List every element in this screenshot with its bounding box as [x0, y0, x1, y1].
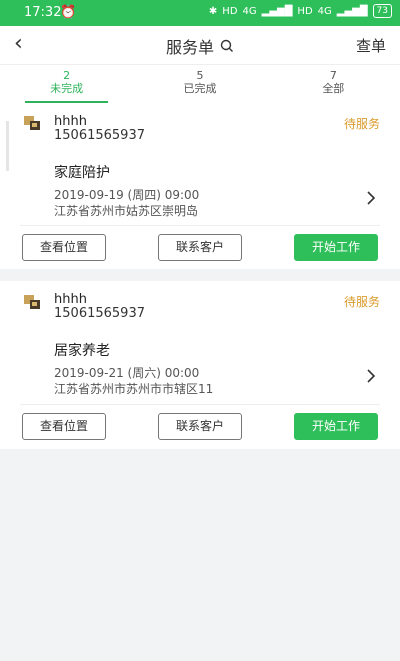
service-address: 江苏省苏州市苏州市市辖区11 [54, 382, 214, 396]
query-order-button[interactable]: 查单 [356, 35, 386, 56]
title-bar: ‹ 服务单 查单 [0, 26, 400, 64]
start-work-button[interactable]: 开始工作 [294, 234, 378, 261]
bluetooth-icon: ✱ [208, 5, 218, 17]
page-title: 服务单 [165, 38, 214, 57]
order-card[interactable]: hhhh 15061565937 待服务 居家养老 2019-09-21 (周六… [0, 281, 400, 449]
signal-icon: ▂▄▆█ [261, 5, 293, 17]
tab-label: 未完成 [50, 82, 84, 95]
avatar-icon [24, 116, 40, 130]
service-datetime: 2019-09-21 (周六) 00:00 [54, 366, 200, 380]
customer-name: hhhh [54, 114, 87, 129]
service-address: 江苏省苏州市姑苏区崇明岛 [54, 204, 199, 218]
service-type: 居家养老 [54, 343, 110, 359]
battery-indicator: 73 [372, 4, 392, 18]
network-label: 4G [242, 5, 257, 17]
service-type: 家庭陪护 [54, 165, 110, 181]
status-bar: 17:32 ⏰ ✱ HD 4G ▂▄▆█ HD 4G ▂▄▆█ 73 [0, 0, 400, 26]
page-title-area: 服务单 [0, 34, 400, 58]
tab-all[interactable]: 7 全部 [267, 65, 400, 103]
status-time: 17:32 [24, 5, 62, 20]
hd-badge: HD [222, 5, 238, 17]
tab-count: 7 [329, 69, 337, 82]
contact-customer-button[interactable]: 联系客户 [158, 234, 242, 261]
customer-name: hhhh [54, 292, 87, 307]
contact-customer-button[interactable]: 联系客户 [158, 413, 242, 440]
service-datetime: 2019-09-19 (周四) 09:00 [54, 188, 200, 202]
avatar-icon [24, 295, 40, 309]
chevron-right-icon[interactable] [366, 190, 376, 206]
tab-count: 5 [196, 69, 204, 82]
scroll-indicator [6, 121, 9, 171]
chevron-right-icon[interactable] [366, 368, 376, 384]
customer-phone: 15061565937 [54, 306, 145, 321]
tab-incomplete[interactable]: 2 未完成 [0, 65, 133, 103]
network-label-2: 4G [317, 5, 332, 17]
status-indicators: ✱ HD 4G ▂▄▆█ HD 4G ▂▄▆█ 73 [209, 4, 392, 18]
start-work-button[interactable]: 开始工作 [294, 413, 378, 440]
customer-phone: 15061565937 [54, 128, 145, 143]
tab-completed[interactable]: 5 已完成 [133, 65, 266, 103]
tab-label: 已完成 [183, 82, 217, 95]
order-tabs: 2 未完成 5 已完成 7 全部 [0, 64, 400, 104]
view-location-button[interactable]: 查看位置 [22, 234, 106, 261]
tab-count: 2 [63, 69, 71, 82]
signal-icon-2: ▂▄▆█ [336, 5, 368, 17]
search-icon[interactable] [220, 39, 234, 53]
alarm-clock-icon: ⏰ [60, 5, 77, 20]
divider [20, 225, 380, 226]
status-badge: 待服务 [343, 117, 380, 131]
status-badge: 待服务 [343, 295, 380, 309]
view-location-button[interactable]: 查看位置 [22, 413, 106, 440]
hd-badge-2: HD [297, 5, 313, 17]
order-card[interactable]: hhhh 15061565937 待服务 家庭陪护 2019-09-19 (周四… [0, 103, 400, 269]
divider [20, 404, 380, 405]
tab-label: 全部 [322, 82, 345, 95]
